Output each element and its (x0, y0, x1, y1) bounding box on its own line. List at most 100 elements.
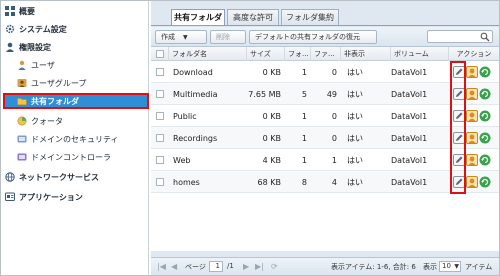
sidebar-item-label: 共有フォルダ (31, 96, 79, 106)
table-row[interactable]: Web 4 KB 1 1 はい DataVol1 (151, 149, 499, 171)
create-button-label: 作成 (161, 33, 175, 41)
select-all-checkbox[interactable] (155, 50, 164, 58)
cell-volume: DataVol1 (391, 177, 428, 187)
column-header-size[interactable]: サイズ (247, 47, 285, 61)
sidebar-item-quota[interactable]: クォータ (17, 113, 165, 129)
refresh-icon[interactable] (479, 66, 491, 78)
cell-files: 49 (326, 89, 337, 99)
sidebar-item-label: ドメインコントローラ (31, 152, 111, 162)
permissions-icon[interactable] (466, 132, 478, 144)
page-number-input[interactable]: 1 (209, 261, 223, 272)
edit-properties-icon[interactable] (453, 132, 465, 144)
apps-icon (5, 192, 15, 202)
table-row[interactable]: Public 0 KB 1 0 はい DataVol1 (151, 105, 499, 127)
items-per-page-value: 10 (442, 262, 451, 270)
cell-files: 1 (331, 155, 337, 165)
cell-volume: DataVol1 (391, 155, 428, 165)
column-header-folders[interactable]: フォ... (285, 47, 311, 61)
tab-advanced-permissions[interactable]: 高度な許可 (227, 9, 279, 25)
row-checkbox[interactable] (156, 112, 164, 120)
column-header-action: アクション (456, 50, 492, 58)
sidebar-item-network-services[interactable]: ネットワークサービス (5, 169, 153, 185)
restore-default-shares-button[interactable]: デフォルトの共有フォルダの復元 (249, 30, 377, 44)
select-all-checkbox-cell (151, 47, 169, 61)
last-page-icon[interactable]: ▶| (255, 262, 264, 271)
chevron-down-icon: ▼ (183, 33, 188, 41)
cell-hidden: はい (347, 89, 363, 99)
permissions-icon[interactable] (466, 154, 478, 166)
person-icon (5, 42, 15, 52)
permissions-icon[interactable] (466, 66, 478, 78)
column-header-hidden[interactable]: 非表示 (341, 47, 391, 61)
group-icon (17, 78, 27, 88)
cell-size: 0 KB (262, 67, 281, 77)
sidebar-item-overview[interactable]: 概要 (5, 3, 153, 19)
sidebar-item-label: ドメインのセキュリティ (31, 134, 119, 144)
permissions-icon[interactable] (466, 110, 478, 122)
edit-properties-icon[interactable] (453, 88, 465, 100)
refresh-icon[interactable] (479, 110, 491, 122)
sidebar-item-shared-folders[interactable]: 共有フォルダ (3, 93, 149, 109)
refresh-icon[interactable]: ⟳ (271, 262, 278, 271)
row-checkbox[interactable] (156, 68, 164, 76)
permissions-icon[interactable] (466, 176, 478, 188)
row-checkbox[interactable] (156, 90, 164, 98)
sidebar-item-privilege-settings[interactable]: 権限設定 (5, 39, 153, 55)
tab-folder-aggregation[interactable]: フォルダ集約 (281, 9, 339, 25)
create-button[interactable]: 作成 ▼ (155, 30, 207, 44)
column-header-volume[interactable]: ボリューム (391, 47, 449, 61)
sidebar-item-domain-controller[interactable]: ドメインコントローラ (17, 149, 165, 165)
next-page-icon[interactable]: ▶ (243, 262, 249, 271)
sidebar-item-label: アプリケーション (19, 192, 83, 202)
table-row[interactable]: Download 0 KB 1 0 はい DataVol1 (151, 61, 499, 83)
edit-properties-icon[interactable] (453, 66, 465, 78)
restore-button-label: デフォルトの共有フォルダの復元 (255, 33, 360, 41)
edit-properties-icon[interactable] (453, 176, 465, 188)
table-row[interactable]: Multimedia 7.65 MB 5 49 はい DataVol1 (151, 83, 499, 105)
cell-folders: 1 (301, 111, 307, 121)
cell-size: 0 KB (262, 133, 281, 143)
sidebar-item-label: ネットワークサービス (19, 172, 99, 182)
column-header-folder-name[interactable]: フォルダ名 (169, 47, 247, 61)
shared-folder-table: フォルダ名 サイズ フォ... ファ... 非表示 ボリューム アクション Do… (151, 47, 499, 251)
globe-icon (5, 172, 15, 182)
cell-name: Web (173, 155, 191, 165)
permissions-icon[interactable] (466, 88, 478, 100)
table-row[interactable]: Recordings 0 KB 1 0 はい DataVol1 (151, 127, 499, 149)
cell-volume: DataVol1 (391, 89, 428, 99)
refresh-icon[interactable] (479, 154, 491, 166)
prev-page-icon[interactable]: ◀ (171, 262, 177, 271)
pagination-bar: |◀ ◀ ページ 1 /1 ▶ ▶| ⟳ 表示アイテム: 1-6, 合計: 6 … (151, 257, 499, 275)
refresh-icon[interactable] (479, 88, 491, 100)
search-input[interactable] (427, 30, 493, 43)
tab-shared-folders[interactable]: 共有フォルダ (171, 9, 225, 25)
first-page-icon[interactable]: |◀ (157, 262, 166, 271)
sidebar-item-users[interactable]: ユーザ (17, 57, 165, 73)
items-per-page-select[interactable]: 10 ▼ (439, 261, 461, 272)
edit-properties-icon[interactable] (453, 154, 465, 166)
cell-hidden: はい (347, 133, 363, 143)
refresh-icon[interactable] (479, 176, 491, 188)
row-checkbox[interactable] (156, 134, 164, 142)
cell-folders: 1 (301, 133, 307, 143)
sidebar-item-user-groups[interactable]: ユーザグループ (17, 75, 165, 91)
row-checkbox[interactable] (156, 178, 164, 186)
main-panel: 共有フォルダ 高度な許可 フォルダ集約 作成 ▼ 削除 デフォルトの共有フォルダ… (151, 1, 499, 275)
table-row[interactable]: homes 68 KB 8 4 はい DataVol1 (151, 171, 499, 193)
cell-hidden: はい (347, 67, 363, 77)
tab-bar: 共有フォルダ 高度な許可 フォルダ集約 (151, 9, 499, 25)
domain-security-icon (17, 134, 27, 144)
sidebar-item-domain-security[interactable]: ドメインのセキュリティ (17, 131, 165, 147)
column-header-files[interactable]: ファ... (311, 47, 341, 61)
cell-files: 4 (331, 177, 337, 187)
delete-button[interactable]: 削除 (210, 30, 246, 44)
row-checkbox[interactable] (156, 156, 164, 164)
cell-name: Recordings (173, 133, 218, 143)
chevron-down-icon: ▼ (454, 263, 459, 270)
sidebar-item-system-settings[interactable]: システム設定 (5, 21, 153, 37)
grid-icon (5, 6, 15, 16)
sidebar-item-applications[interactable]: アプリケーション (5, 189, 153, 205)
cell-size: 7.65 MB (248, 89, 281, 99)
edit-properties-icon[interactable] (453, 110, 465, 122)
refresh-icon[interactable] (479, 132, 491, 144)
